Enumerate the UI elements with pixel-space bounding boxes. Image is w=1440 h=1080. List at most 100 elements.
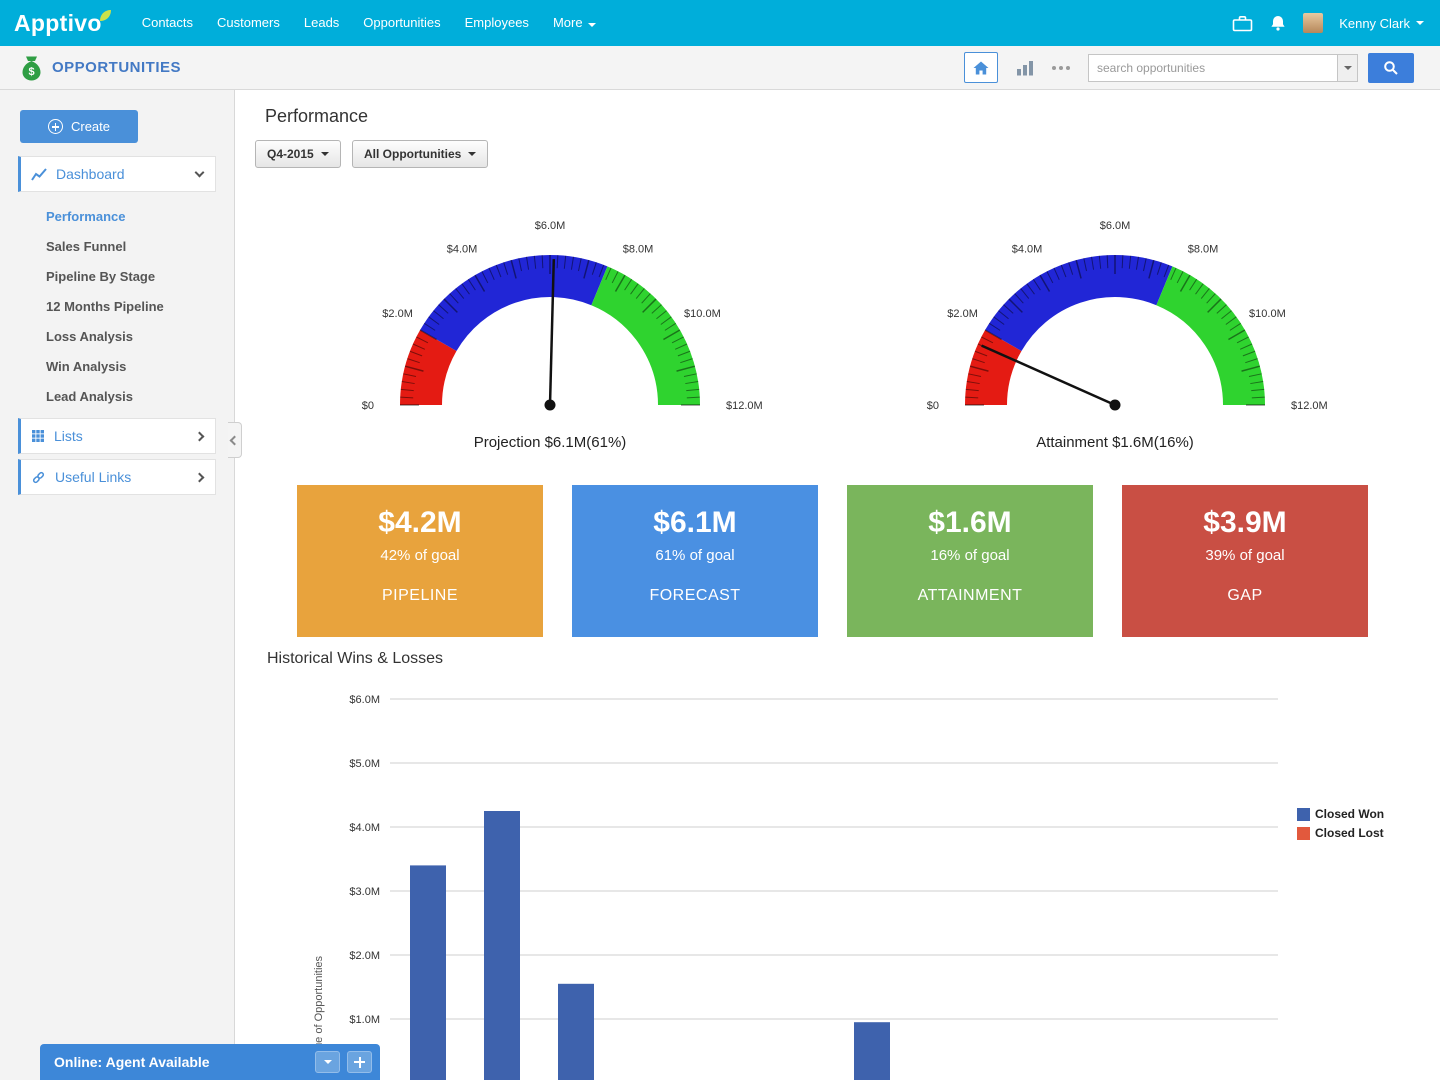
gauge-svg-host: $0 $2.0M $4.0M $6.0M $8.0M $10.0M $12.0M bbox=[895, 220, 1335, 425]
chevron-down-icon bbox=[587, 23, 596, 27]
nav-item-customers[interactable]: Customers bbox=[205, 0, 292, 46]
kpi-subtitle: 61% of goal bbox=[655, 547, 735, 564]
chat-status-label: Online: Agent Available bbox=[54, 1054, 210, 1070]
history-chart-title: Historical Wins & Losses bbox=[267, 650, 444, 667]
chevron-down-icon bbox=[194, 167, 205, 178]
sidebar-item-sales-funnel[interactable]: Sales Funnel bbox=[0, 232, 233, 262]
svg-text:$8.0M: $8.0M bbox=[623, 244, 654, 256]
svg-text:$6.0M: $6.0M bbox=[535, 220, 566, 232]
sidebar-item-useful-links[interactable]: Useful Links bbox=[18, 459, 216, 495]
money-bag-icon: $ bbox=[22, 56, 41, 81]
avatar[interactable] bbox=[1303, 13, 1324, 33]
svg-text:$4.0M: $4.0M bbox=[1012, 244, 1043, 256]
search-scope-dropdown[interactable] bbox=[1338, 53, 1358, 82]
plus-icon bbox=[354, 1056, 365, 1068]
sidebar: Create Dashboard Performance Sales Funnel… bbox=[0, 90, 235, 1080]
chat-widget[interactable]: Online: Agent Available bbox=[40, 1044, 380, 1080]
kpi-label: GAP bbox=[1227, 587, 1263, 604]
topnav-right: Kenny Clark bbox=[1232, 13, 1424, 33]
nav-item-more[interactable]: More bbox=[541, 0, 608, 46]
svg-text:$6.0M: $6.0M bbox=[1100, 220, 1131, 232]
scope-filter-label: All Opportunities bbox=[364, 147, 462, 161]
kpi-value: $1.6M bbox=[928, 506, 1012, 539]
home-icon bbox=[973, 61, 989, 74]
gauge-chart-svg: $0 $2.0M $4.0M $6.0M $8.0M $10.0M $12.0M bbox=[362, 220, 763, 412]
chevron-down-icon bbox=[323, 1060, 332, 1064]
svg-text:$2.0M: $2.0M bbox=[947, 308, 978, 320]
page: Apptivo Contacts Customers Leads Opportunit… bbox=[0, 0, 1440, 1080]
main-content: Performance Q4-2015 All Opportunities $0… bbox=[236, 90, 1440, 1080]
chevron-down-icon bbox=[1416, 21, 1424, 25]
link-icon bbox=[31, 470, 46, 485]
gauge-chart-svg: $0 $2.0M $4.0M $6.0M $8.0M $10.0M $12.0M bbox=[927, 220, 1328, 412]
section-title: Performance bbox=[265, 106, 369, 126]
legend-swatch bbox=[1297, 807, 1310, 821]
kpi-subtitle: 16% of goal bbox=[930, 547, 1010, 564]
apptivo-logo[interactable]: Apptivo bbox=[14, 9, 112, 37]
home-button[interactable] bbox=[964, 52, 998, 83]
sidebar-item-lead-analysis[interactable]: Lead Analysis bbox=[0, 382, 233, 412]
sidebar-item-performance[interactable]: Performance bbox=[0, 202, 233, 232]
svg-text:$10.0M: $10.0M bbox=[684, 308, 721, 320]
gauge-svg-host: $0 $2.0M $4.0M $6.0M $8.0M $10.0M $12.0M bbox=[330, 220, 770, 425]
sidebar-item-loss-analysis[interactable]: Loss Analysis bbox=[0, 322, 233, 352]
sidebar-collapse-button[interactable] bbox=[228, 422, 242, 458]
notification-icon[interactable] bbox=[1269, 14, 1287, 32]
sidebar-item-pipeline-by-stage[interactable]: Pipeline By Stage bbox=[0, 262, 233, 292]
kpi-value: $4.2M bbox=[378, 506, 462, 539]
history-chart: $1.0M $2.0M $3.0M $4.0M $5.0M $6.0M Value of O… bbox=[300, 680, 1340, 1080]
svg-text:$2.0M: $2.0M bbox=[382, 308, 413, 320]
history-chart-svg: $1.0M$2.0M$3.0M$4.0M$5.0M$6.0MValue of O… bbox=[313, 694, 1278, 1080]
nav-item-opportunities[interactable]: Opportunities bbox=[351, 0, 452, 46]
chat-new-button[interactable] bbox=[347, 1051, 372, 1073]
page-title: OPPORTUNITIES bbox=[52, 59, 182, 76]
chart-view-button[interactable] bbox=[1016, 60, 1034, 76]
scope-filter-dropdown[interactable]: All Opportunities bbox=[352, 140, 489, 168]
nav-item-contacts[interactable]: Contacts bbox=[130, 0, 205, 46]
svg-text:$6.0M: $6.0M bbox=[349, 694, 380, 706]
user-menu[interactable]: Kenny Clark bbox=[1339, 16, 1424, 31]
briefcase-icon[interactable] bbox=[1232, 15, 1253, 32]
nav-item-leads[interactable]: Leads bbox=[292, 0, 351, 46]
kpi-value: $6.1M bbox=[653, 506, 737, 539]
sidebar-item-lists[interactable]: Lists bbox=[18, 418, 216, 454]
sidebar-dashboard-label: Dashboard bbox=[56, 166, 125, 182]
svg-text:$: $ bbox=[28, 66, 34, 78]
brand-text: Apptivo bbox=[14, 9, 102, 36]
more-options-icon[interactable] bbox=[1052, 65, 1070, 70]
search-input[interactable] bbox=[1088, 53, 1338, 82]
nav-item-employees[interactable]: Employees bbox=[453, 0, 541, 46]
bar-closed-won bbox=[558, 983, 594, 1080]
legend-item-closed-lost[interactable]: Closed Lost bbox=[1297, 826, 1384, 840]
create-button[interactable]: Create bbox=[20, 110, 138, 143]
svg-text:$8.0M: $8.0M bbox=[1188, 244, 1219, 256]
chevron-down-icon bbox=[1343, 65, 1352, 70]
search-icon bbox=[1384, 60, 1398, 75]
legend-label: Closed Won bbox=[1315, 807, 1385, 821]
period-filter-dropdown[interactable]: Q4-2015 bbox=[255, 140, 341, 168]
chevron-right-icon bbox=[194, 472, 205, 482]
sidebar-item-dashboard[interactable]: Dashboard bbox=[18, 156, 216, 192]
sidebar-item-12-months-pipeline[interactable]: 12 Months Pipeline bbox=[0, 292, 233, 322]
kpi-card-forecast: $6.1M 61% of goal FORECAST bbox=[572, 485, 818, 637]
bar-closed-won bbox=[484, 811, 520, 1080]
chat-collapse-button[interactable] bbox=[315, 1051, 340, 1073]
period-filter-label: Q4-2015 bbox=[267, 147, 314, 161]
search-button[interactable] bbox=[1368, 52, 1414, 83]
bar-chart-icon bbox=[1017, 60, 1033, 75]
svg-text:$3.0M: $3.0M bbox=[349, 886, 380, 898]
create-button-label: Create bbox=[70, 119, 111, 134]
svg-text:$10.0M: $10.0M bbox=[1249, 308, 1286, 320]
legend-label: Closed Lost bbox=[1315, 826, 1384, 840]
svg-text:$0: $0 bbox=[927, 400, 939, 412]
sidebar-item-win-analysis[interactable]: Win Analysis bbox=[0, 352, 233, 382]
svg-text:$12.0M: $12.0M bbox=[726, 400, 763, 412]
legend-item-closed-won[interactable]: Closed Won bbox=[1297, 807, 1384, 821]
app-title: $ OPPORTUNITIES bbox=[20, 54, 181, 81]
sidebar-useful-links-label: Useful Links bbox=[55, 469, 132, 485]
chevron-left-icon bbox=[229, 435, 240, 445]
chevron-right-icon bbox=[194, 431, 205, 441]
kpi-subtitle: 39% of goal bbox=[1205, 547, 1285, 564]
svg-text:$2.0M: $2.0M bbox=[349, 950, 380, 962]
top-nav: Apptivo Contacts Customers Leads Opportunit… bbox=[0, 0, 1440, 46]
